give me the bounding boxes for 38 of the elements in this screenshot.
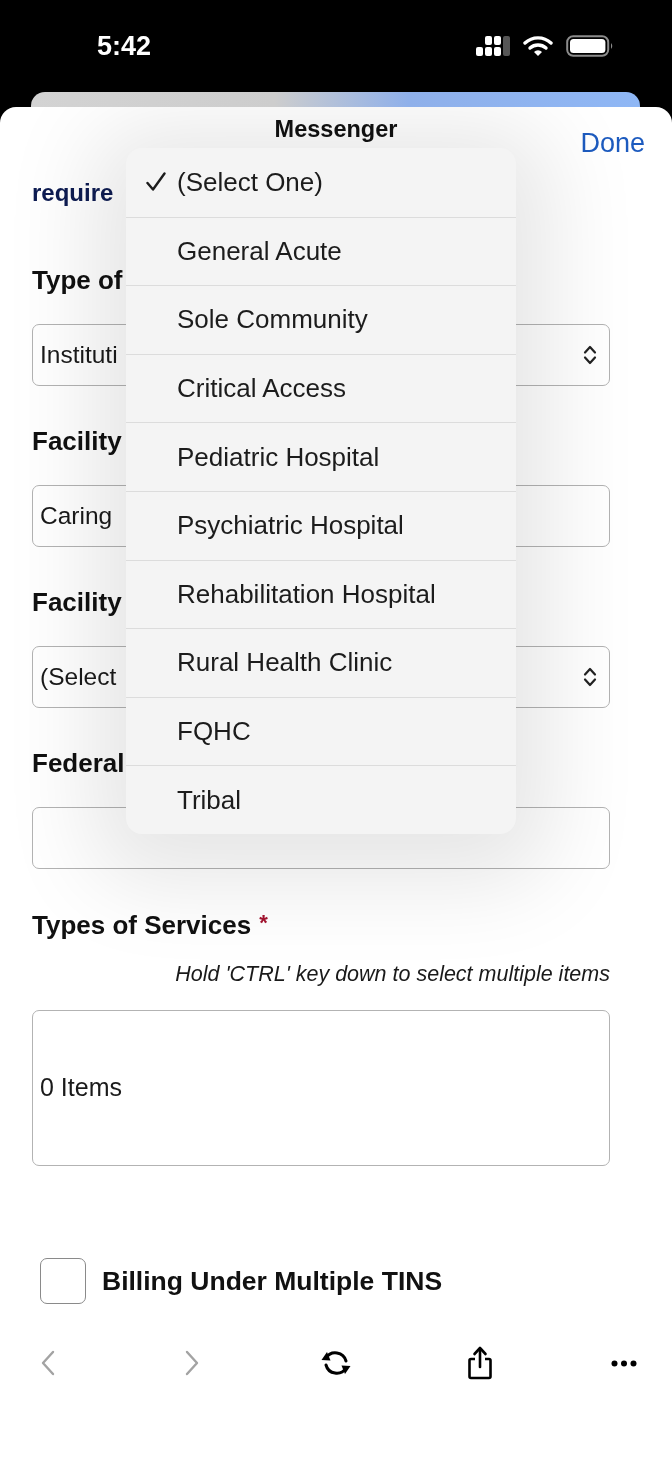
field-label: Facility — [32, 426, 122, 456]
dropdown-option[interactable]: Tribal — [126, 765, 516, 834]
field-value: Caring — [40, 500, 113, 531]
dropdown-option[interactable]: General Acute — [126, 216, 516, 286]
more-icon — [611, 1359, 637, 1367]
dropdown-option[interactable]: Pediatric Hospital — [126, 422, 516, 491]
required-note: require — [32, 178, 114, 208]
dropdown-option[interactable]: Critical Access — [126, 353, 516, 423]
dropdown-option[interactable]: Rehabilitation Hospital — [126, 559, 516, 629]
sheet-title: Messenger — [274, 116, 398, 142]
dropdown-option[interactable]: Psychiatric Hospital — [126, 490, 516, 560]
hint-text: Hold 'CTRL' key down to select multiple items — [175, 962, 610, 986]
chevron-right-icon — [184, 1350, 200, 1376]
chevron-updown-icon — [583, 344, 597, 366]
dropdown-option[interactable]: (Select One) — [126, 148, 516, 217]
field-label: Type of — [32, 265, 123, 295]
dropdown-option[interactable]: Rural Health Clinic — [126, 628, 516, 697]
wifi-icon — [523, 35, 553, 57]
field-label: Federal — [32, 748, 125, 778]
dropdown-option[interactable]: FQHC — [126, 696, 516, 766]
checkbox[interactable] — [40, 1258, 86, 1304]
field-label: Types of Services — [32, 910, 252, 940]
share-icon — [467, 1346, 493, 1380]
check-icon — [146, 172, 166, 193]
chevron-left-icon — [40, 1350, 56, 1376]
reload-icon — [320, 1348, 352, 1378]
multi-select-field[interactable]: 0 Items — [32, 1010, 610, 1166]
signal-icon — [476, 36, 510, 56]
field-value: (Select — [40, 661, 117, 692]
done-button[interactable]: Done — [580, 128, 645, 158]
required-asterisk: * — [259, 910, 268, 936]
battery-icon — [566, 35, 614, 57]
status-time: 5:42 — [97, 30, 152, 62]
dropdown-option[interactable]: Sole Community — [126, 285, 516, 354]
field-label: Facility — [32, 587, 122, 617]
chevron-updown-icon — [583, 666, 597, 688]
checkbox-label: Billing Under Multiple TINS — [102, 1266, 443, 1296]
field-value: Instituti — [40, 339, 118, 370]
